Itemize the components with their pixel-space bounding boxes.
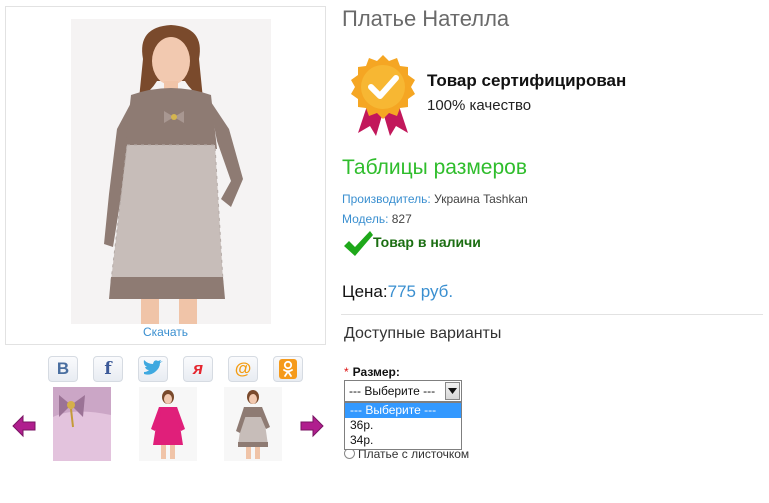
main-product-image[interactable]: Скачать (5, 6, 326, 345)
size-option[interactable]: --- Выберите --- (345, 403, 461, 418)
thumbnail-3[interactable] (224, 387, 282, 461)
variants-heading: Доступные варианты (344, 325, 502, 342)
size-option[interactable]: 34р. (345, 433, 461, 448)
odnoklassniki-icon[interactable] (273, 356, 303, 382)
prev-arrow-icon[interactable] (11, 413, 37, 439)
required-mark: * (344, 365, 349, 379)
thumbnail-1[interactable] (53, 387, 111, 461)
product-title: Платье Нателла (342, 6, 510, 31)
model-value: 827 (391, 212, 412, 226)
product-photo (71, 19, 271, 324)
price-row: Цена:775 руб. (342, 282, 453, 302)
size-label-text: Размер: (352, 365, 400, 379)
download-link[interactable]: Скачать (6, 325, 325, 339)
size-option[interactable]: 36р. (345, 418, 461, 433)
model-label: Модель: (342, 212, 389, 226)
divider (341, 314, 763, 315)
size-options-list: --- Выберите --- 36р. 34р. (344, 402, 462, 450)
certificate-subtitle: 100% качество (427, 97, 532, 114)
next-arrow-icon[interactable] (299, 413, 325, 439)
price-value: 775 руб. (387, 282, 454, 301)
manufacturer-row: Производитель: Украина Tashkan (342, 192, 528, 206)
certificate-badge-icon (350, 53, 416, 137)
model-row: Модель: 827 (342, 212, 412, 226)
size-select[interactable]: --- Выберите --- (344, 380, 462, 402)
certificate-title: Товар сертифицирован (427, 71, 627, 90)
price-label: Цена: (342, 282, 388, 301)
manufacturer-label[interactable]: Производитель: (342, 192, 431, 206)
vk-icon[interactable]: В (48, 356, 78, 382)
size-table-link[interactable]: Таблицы размеров (342, 156, 527, 180)
checkmark-icon (342, 230, 374, 258)
thumbnail-2[interactable] (139, 387, 197, 461)
manufacturer-value: Украина Tashkan (434, 192, 528, 206)
mailru-icon[interactable]: @ (228, 356, 258, 382)
twitter-icon[interactable] (138, 356, 168, 382)
yaru-icon[interactable]: я (183, 356, 213, 382)
stock-status: Товар в наличи (373, 234, 481, 250)
size-label: * Размер: (344, 365, 400, 379)
size-select-value: --- Выберите --- (349, 384, 436, 398)
chevron-down-icon[interactable] (445, 382, 460, 400)
facebook-icon[interactable]: f (93, 356, 123, 382)
